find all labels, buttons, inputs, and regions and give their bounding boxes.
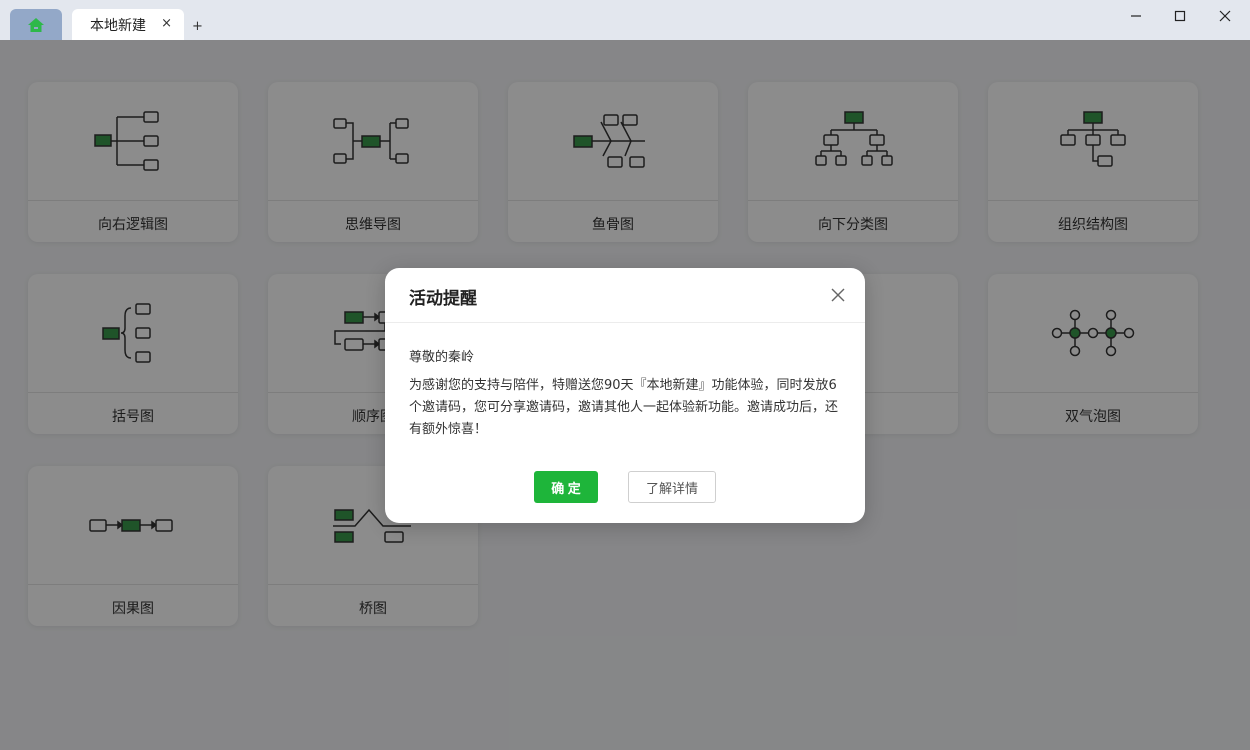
minimize-icon [1131,15,1141,17]
home-icon [28,17,44,32]
minimize-button[interactable] [1123,4,1149,28]
maximize-button[interactable] [1167,4,1193,28]
dialog-close-button[interactable] [829,286,847,304]
close-icon [1219,10,1231,22]
maximize-icon [1174,10,1186,22]
close-icon [831,288,845,302]
home-tab[interactable] [10,9,62,40]
tab-close-icon[interactable]: × [161,16,172,31]
dialog-title: 活动提醒 [409,289,477,309]
tab-label: 本地新建 [90,17,146,34]
title-bar: 本地新建 × + [0,0,1250,40]
learn-more-button[interactable]: 了解详情 [628,471,716,503]
dialog-greeting: 尊敬的秦岭 [409,350,475,365]
window-close-button[interactable] [1212,4,1238,28]
add-tab-icon[interactable]: + [192,19,203,34]
tab-local-new[interactable]: 本地新建 × [72,9,184,40]
confirm-button[interactable]: 确 定 [534,471,598,503]
dialog-message: 为感谢您的支持与陪伴，特赠送您90天『本地新建』功能体验，同时发放6个邀请码，您… [409,378,839,437]
event-reminder-dialog: 活动提醒 尊敬的秦岭 为感谢您的支持与陪伴，特赠送您90天『本地新建』功能体验，… [385,268,865,523]
